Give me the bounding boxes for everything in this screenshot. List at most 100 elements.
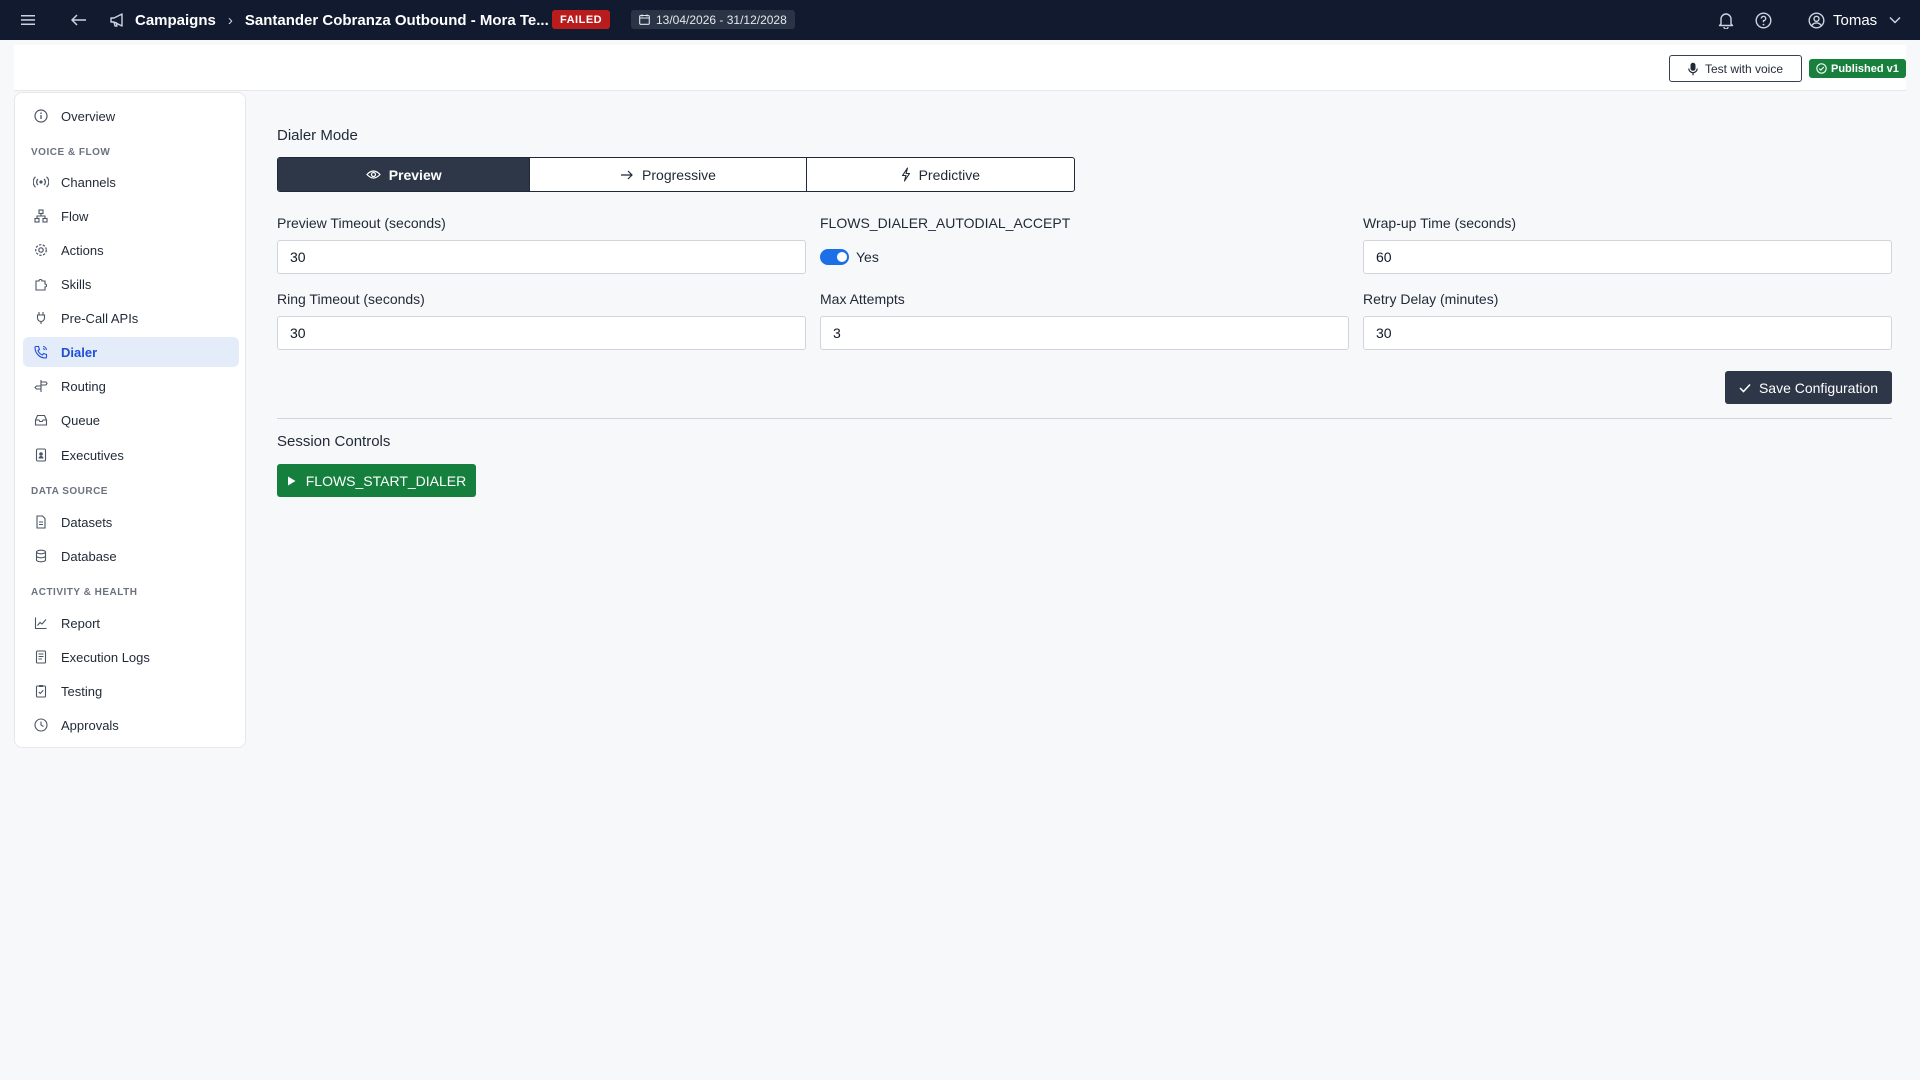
info-icon xyxy=(33,108,49,124)
sidebar-item-label: Actions xyxy=(61,242,104,258)
puzzle-icon xyxy=(33,276,49,292)
radio-signal-icon xyxy=(33,174,49,190)
date-range-chip[interactable]: 13/04/2026 - 31/12/2028 xyxy=(631,10,795,29)
sidebar-item-dialer[interactable]: Dialer xyxy=(23,337,239,367)
sidebar-item-label: Approvals xyxy=(61,717,119,733)
dialer-mode-tabs: Preview Progressive Predictive xyxy=(277,157,1075,192)
tab-predictive[interactable]: Predictive xyxy=(807,158,1074,191)
hamburger-icon[interactable] xyxy=(18,10,38,30)
sidebar-item-executives[interactable]: Executives xyxy=(23,440,239,470)
autodial-accept-toggle[interactable] xyxy=(820,249,849,265)
breadcrumb-campaigns-link[interactable]: Campaigns xyxy=(135,12,216,29)
retry-delay-input[interactable]: 30 xyxy=(1363,316,1892,350)
published-badge: Published v1 xyxy=(1809,59,1906,78)
retry-delay-label: Retry Delay (minutes) xyxy=(1363,291,1499,307)
chart-line-icon xyxy=(33,615,49,631)
gear-icon xyxy=(33,242,49,258)
sidebar-item-flow[interactable]: Flow xyxy=(23,201,239,231)
file-icon xyxy=(33,514,49,530)
sidebar-item-label: Pre-Call APIs xyxy=(61,310,139,326)
autodial-accept-label: FLOWS_DIALER_AUTODIAL_ACCEPT xyxy=(820,215,1071,231)
session-controls-heading: Session Controls xyxy=(277,433,391,450)
help-icon[interactable] xyxy=(1753,10,1773,30)
user-name: Tomas xyxy=(1833,11,1878,29)
sidebar-item-label: Execution Logs xyxy=(61,649,150,665)
sidebar-item-overview[interactable]: Overview xyxy=(23,101,239,131)
eye-icon xyxy=(365,169,381,180)
tab-label: Preview xyxy=(388,166,442,183)
flow-icon xyxy=(33,208,49,224)
start-dialer-button[interactable]: FLOWS_START_DIALER xyxy=(277,464,476,497)
sidebar-item-label: Testing xyxy=(61,683,103,699)
sidebar-item-routing[interactable]: Routing xyxy=(23,371,239,401)
max-attempts-input[interactable]: 3 xyxy=(820,316,1349,350)
status-badge: FAILED xyxy=(552,10,611,29)
phone-icon xyxy=(33,344,49,360)
date-range-text: 13/04/2026 - 31/12/2028 xyxy=(656,12,787,27)
dialer-mode-heading: Dialer Mode xyxy=(277,127,358,144)
sidebar-item-database[interactable]: Database xyxy=(23,541,239,571)
sidebar-section-voice: VOICE & FLOW xyxy=(31,147,111,158)
sidebar-item-pre-call-apis[interactable]: Pre-Call APIs xyxy=(23,303,239,333)
tab-preview[interactable]: Preview xyxy=(278,158,531,191)
arrow-right-icon xyxy=(620,170,634,180)
sidebar-item-testing[interactable]: Testing xyxy=(23,676,239,706)
check-circle-icon xyxy=(1816,63,1827,74)
save-configuration-button[interactable]: Save Configuration xyxy=(1725,371,1892,404)
lightning-icon xyxy=(901,167,911,182)
wrapup-time-label: Wrap-up Time (seconds) xyxy=(1363,215,1517,231)
signpost-icon xyxy=(33,378,49,394)
sidebar-item-label: Report xyxy=(61,615,101,631)
section-divider xyxy=(277,418,1892,419)
sidebar-item-label: Routing xyxy=(61,378,106,394)
user-menu[interactable]: Tomas xyxy=(1808,10,1901,30)
preview-timeout-input[interactable]: 30 xyxy=(277,240,806,274)
clock-icon xyxy=(33,717,49,733)
max-attempts-label: Max Attempts xyxy=(820,291,905,307)
sidebar-item-actions[interactable]: Actions xyxy=(23,235,239,265)
sidebar-item-datasets[interactable]: Datasets xyxy=(23,507,239,537)
clipboard-check-icon xyxy=(33,683,49,699)
sidebar-item-report[interactable]: Report xyxy=(23,608,239,638)
tab-progressive[interactable]: Progressive xyxy=(530,158,807,191)
sidebar-item-label: Channels xyxy=(61,174,116,190)
sidebar-item-skills[interactable]: Skills xyxy=(23,269,239,299)
tab-label: Progressive xyxy=(642,166,716,183)
play-icon xyxy=(287,476,296,486)
wrapup-time-input[interactable]: 60 xyxy=(1363,240,1892,274)
sidebar-item-queue[interactable]: Queue xyxy=(23,405,239,435)
plug-icon xyxy=(33,310,49,326)
sidebar-item-channels[interactable]: Channels xyxy=(23,167,239,197)
calendar-icon xyxy=(639,14,650,25)
bell-icon[interactable] xyxy=(1716,10,1736,30)
arrow-left-icon[interactable] xyxy=(69,10,89,30)
microphone-icon xyxy=(1688,62,1698,76)
breadcrumb-separator: › xyxy=(227,11,233,29)
chevron-down-icon xyxy=(1889,16,1901,24)
sidebar: Overview VOICE & FLOW Channels Flow Acti… xyxy=(14,92,246,748)
top-bar: Campaigns › Santander Cobranza Outbound … xyxy=(0,0,1920,40)
sidebar-section-activity: ACTIVITY & HEALTH xyxy=(31,587,138,598)
sidebar-item-label: Dialer xyxy=(61,344,98,360)
preview-timeout-label: Preview Timeout (seconds) xyxy=(277,215,446,231)
sidebar-item-execution-logs[interactable]: Execution Logs xyxy=(23,642,239,672)
sidebar-item-label: Datasets xyxy=(61,514,113,530)
database-icon xyxy=(33,548,49,564)
inbox-icon xyxy=(33,412,49,428)
page-header: Test with voice Published v1 xyxy=(14,45,1906,91)
user-avatar-icon xyxy=(1808,11,1825,29)
badge-icon xyxy=(33,447,49,463)
log-icon xyxy=(33,649,49,665)
check-icon xyxy=(1739,383,1751,393)
test-with-voice-button[interactable]: Test with voice xyxy=(1669,55,1802,82)
sidebar-item-label: Skills xyxy=(61,276,92,292)
save-configuration-label: Save Configuration xyxy=(1758,379,1879,396)
ring-timeout-input[interactable]: 30 xyxy=(277,316,806,350)
breadcrumb-current: Santander Cobranza Outbound - Mora Te... xyxy=(244,11,549,29)
published-label: Published v1 xyxy=(1831,62,1899,75)
sidebar-item-label: Executives xyxy=(61,447,124,463)
sidebar-item-approvals[interactable]: Approvals xyxy=(23,710,239,740)
test-with-voice-label: Test with voice xyxy=(1704,61,1784,76)
breadcrumb: Campaigns › Santander Cobranza Outbound … xyxy=(109,10,549,30)
sidebar-section-data: DATA SOURCE xyxy=(31,486,108,497)
